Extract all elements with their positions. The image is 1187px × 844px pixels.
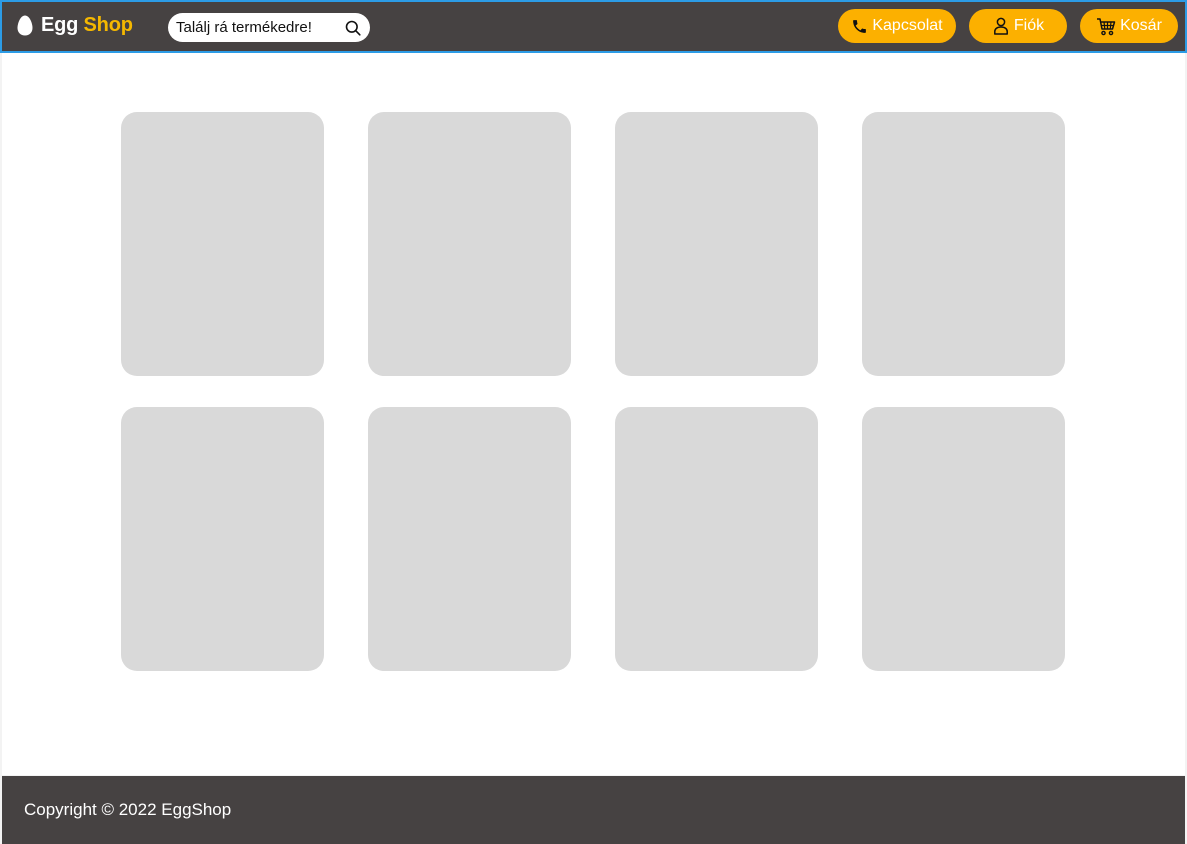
- contact-button-label: Kapcsolat: [872, 17, 943, 34]
- phone-icon: [853, 19, 867, 33]
- logo-text-shop: Shop: [83, 14, 133, 36]
- contact-button[interactable]: Kapcsolat: [838, 9, 956, 43]
- search-bar: [168, 13, 370, 42]
- product-card[interactable]: [615, 112, 818, 376]
- search-icon[interactable]: [345, 20, 361, 36]
- cart-icon: [1097, 17, 1116, 35]
- product-card[interactable]: [121, 407, 324, 671]
- product-card[interactable]: [121, 112, 324, 376]
- logo-text-egg: Egg: [41, 14, 79, 36]
- footer: Copyright © 2022 EggShop: [2, 776, 1185, 844]
- cart-button[interactable]: Kosár: [1080, 9, 1178, 43]
- product-card[interactable]: [615, 407, 818, 671]
- cart-button-label: Kosár: [1120, 17, 1162, 34]
- account-button-label: Fiók: [1013, 17, 1045, 34]
- product-card[interactable]: [862, 407, 1065, 671]
- logo-text: Egg Shop: [41, 14, 133, 37]
- search-input[interactable]: [176, 19, 336, 36]
- user-icon: [993, 17, 1008, 35]
- product-card[interactable]: [862, 112, 1065, 376]
- page: Egg Shop Kapcsolat Fiók: [0, 0, 1187, 844]
- product-card[interactable]: [368, 112, 571, 376]
- product-card[interactable]: [368, 407, 571, 671]
- product-grid: [2, 53, 1185, 775]
- egg-icon: [17, 15, 33, 36]
- account-button[interactable]: Fiók: [969, 9, 1067, 43]
- navbar: Egg Shop Kapcsolat Fiók: [0, 0, 1187, 53]
- copyright-text: Copyright © 2022 EggShop: [24, 800, 232, 819]
- logo[interactable]: Egg Shop: [17, 14, 133, 37]
